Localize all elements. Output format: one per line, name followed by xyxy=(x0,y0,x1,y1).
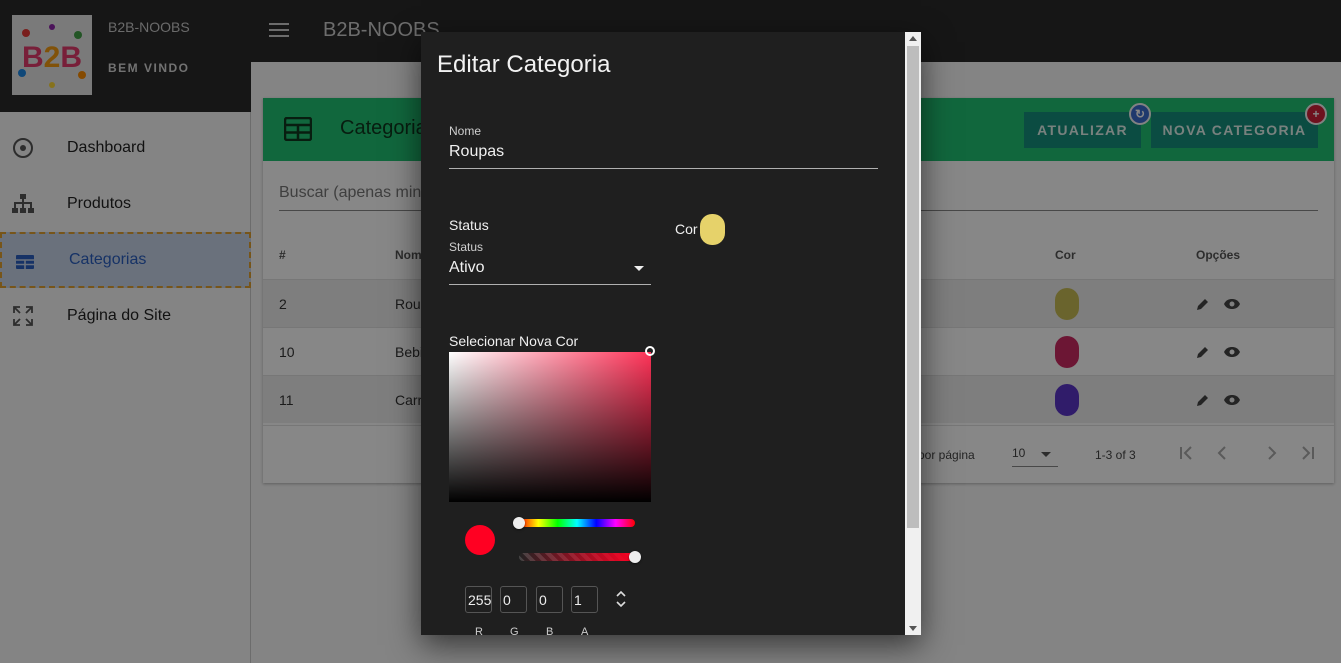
hue-slider-handle[interactable] xyxy=(513,517,525,529)
color-saturation-area[interactable] xyxy=(449,346,655,502)
name-field-label: Nome xyxy=(449,124,482,138)
edit-category-dialog: Editar Categoria Nome Roupas Status Stat… xyxy=(421,32,921,635)
alpha-slider[interactable] xyxy=(519,553,635,561)
color-preview-dot xyxy=(465,525,495,555)
status-select[interactable]: Ativo xyxy=(449,259,485,277)
alpha-slider-handle[interactable] xyxy=(629,551,641,563)
color-label: Cor xyxy=(675,221,698,237)
red-input-label: R xyxy=(475,626,483,635)
status-select-label: Status xyxy=(449,240,484,254)
blue-input[interactable]: 0 xyxy=(536,586,563,613)
color-picker-heading: Selecionar Nova Cor xyxy=(449,333,579,349)
scroll-up-icon[interactable] xyxy=(909,36,917,41)
blue-input-label: B xyxy=(546,626,554,635)
dialog-title: Editar Categoria xyxy=(437,51,611,78)
format-toggle-icon[interactable] xyxy=(615,588,627,610)
hue-slider[interactable] xyxy=(519,519,635,527)
current-color-swatch xyxy=(700,214,725,245)
name-field-underline xyxy=(449,168,878,169)
status-select-underline xyxy=(449,284,651,285)
status-heading: Status xyxy=(449,217,489,233)
alpha-input-label: A xyxy=(581,626,589,635)
scroll-down-icon[interactable] xyxy=(909,626,917,631)
name-field[interactable]: Roupas xyxy=(449,143,504,161)
red-input[interactable]: 255 xyxy=(465,586,492,613)
chevron-down-icon[interactable] xyxy=(634,266,644,271)
green-input-label: G xyxy=(510,626,519,635)
green-input[interactable]: 0 xyxy=(500,586,527,613)
alpha-input[interactable]: 1 xyxy=(571,586,598,613)
dialog-scrollbar[interactable] xyxy=(905,32,921,635)
scrollbar-thumb[interactable] xyxy=(907,46,919,528)
saturation-handle[interactable] xyxy=(645,346,655,356)
